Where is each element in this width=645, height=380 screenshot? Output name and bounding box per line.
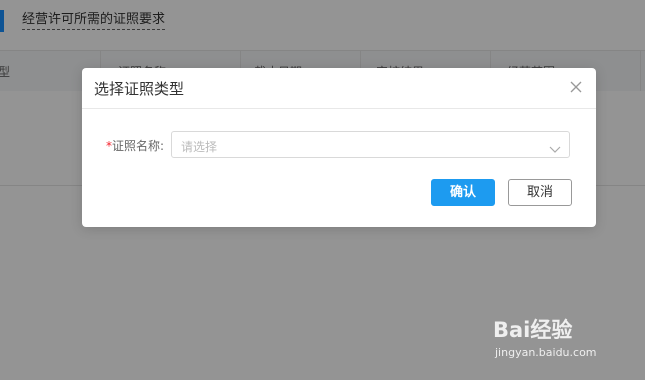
close-icon[interactable] xyxy=(568,79,584,95)
watermark-brand: Bai经验 xyxy=(493,318,573,342)
select-license-type-dialog: 选择证照类型 *证照名称: 请选择 确认 取消 xyxy=(82,68,596,227)
page: 经营许可所需的证照要求 型 证照名称 截止日期 审核结果 经营范围 选择证照类型… xyxy=(0,0,645,380)
cancel-button[interactable]: 取消 xyxy=(508,179,572,206)
confirm-button[interactable]: 确认 xyxy=(431,179,495,206)
license-name-label-text: 证照名称: xyxy=(112,139,165,153)
license-name-select[interactable]: 请选择 xyxy=(171,131,570,158)
baidu-jingyan-watermark: Bai经验 jingyan.baidu.com xyxy=(493,308,623,368)
license-name-label: *证照名称: xyxy=(106,137,164,154)
dialog-header: 选择证照类型 xyxy=(82,68,596,109)
chevron-down-icon xyxy=(549,140,561,153)
select-placeholder: 请选择 xyxy=(181,140,218,154)
watermark-url: jingyan.baidu.com xyxy=(495,346,597,359)
dialog-title: 选择证照类型 xyxy=(94,80,185,98)
